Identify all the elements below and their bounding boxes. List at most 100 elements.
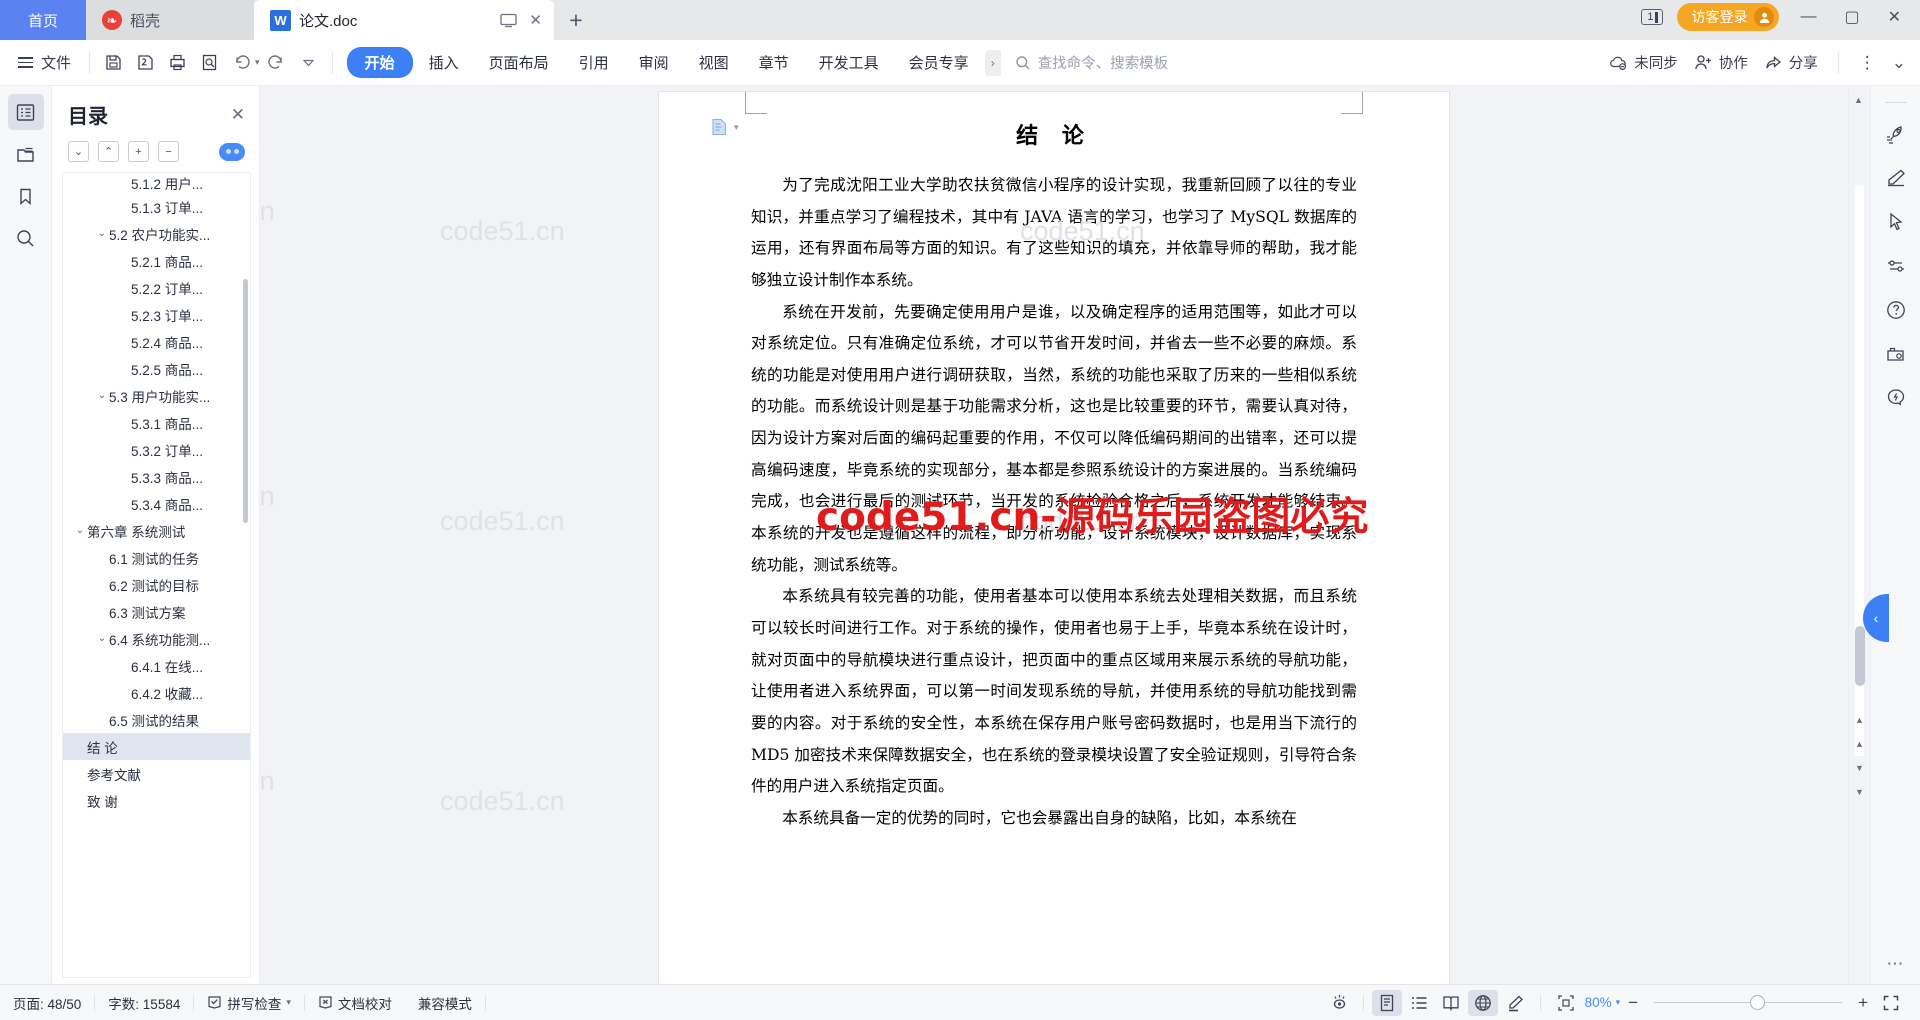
eye-protect-icon[interactable] <box>1325 990 1355 1016</box>
minimize-button[interactable]: — <box>1793 8 1823 26</box>
print-icon[interactable] <box>162 49 192 77</box>
chevron-down-icon[interactable]: ▾ <box>286 997 291 1008</box>
fullscreen-icon[interactable] <box>1876 990 1906 1016</box>
toc-item[interactable]: 6.4.1 在线... <box>63 652 250 679</box>
toc-scrollbar[interactable] <box>243 279 248 523</box>
rocket-icon[interactable] <box>1877 113 1915 155</box>
customize-toolbar-icon[interactable] <box>294 49 324 77</box>
toc-item[interactable]: ⌄ 5.2 农户功能实... <box>63 220 250 247</box>
document-scroll-column[interactable]: ▲ ▲ ▼ ▼ ▲ <box>1848 86 1870 984</box>
ribbon-tab-insert[interactable]: 插入 <box>415 47 473 78</box>
toc-item[interactable]: 5.2.3 订单... <box>63 301 250 328</box>
fit-page-icon[interactable] <box>1551 990 1581 1016</box>
toc-item[interactable]: 5.2.2 订单... <box>63 274 250 301</box>
toc-item[interactable]: 5.2.4 商品... <box>63 328 250 355</box>
zoom-out-button[interactable]: − <box>1622 993 1644 1013</box>
toc-item[interactable]: 5.1.2 用户... <box>63 175 250 193</box>
guest-login-button[interactable]: 访客登录 <box>1677 3 1780 31</box>
spellcheck-button[interactable]: 拼写检查 ▾ <box>194 992 304 1014</box>
toc-list[interactable]: 5.1.2 用户... 5.1.3 订单... ⌄ 5.2 农户功能实... 5.2.1… <box>62 172 251 978</box>
toc-item[interactable]: 6.5 测试的结果 <box>63 706 250 733</box>
toc-item[interactable]: 5.3.4 商品... <box>63 490 250 517</box>
ribbon-tab-start[interactable]: 开始 <box>346 47 413 78</box>
toc-item[interactable]: 参考文献 <box>63 760 250 787</box>
ribbon-overflow-chevron-icon[interactable]: › <box>984 49 1001 76</box>
chevron-down-icon[interactable]: ⌄ <box>95 633 109 644</box>
sync-status-button[interactable]: 未同步 <box>1608 52 1678 73</box>
ribbon-tab-review[interactable]: 审阅 <box>625 47 683 78</box>
chevron-down-icon[interactable]: ⌄ <box>95 390 109 401</box>
brush-icon[interactable] <box>1877 157 1915 199</box>
page-indicator[interactable]: 页面: 48/50 <box>0 992 94 1014</box>
ai-brain-icon[interactable] <box>1877 377 1915 419</box>
toc-item[interactable]: ⌄ 第六章 系统测试 <box>63 517 250 544</box>
toc-item[interactable]: 致 谢 <box>63 787 250 814</box>
compat-mode-label[interactable]: 兼容模式 <box>405 992 485 1014</box>
collaborate-button[interactable]: 协作 <box>1694 52 1748 73</box>
close-tab-icon[interactable]: ✕ <box>529 11 542 29</box>
document-area[interactable]: ▾ 结 论 为了完成沈阳工业大学助农扶贫微信小程序的设计实现，我重新回顾了以往的… <box>260 86 1848 984</box>
prev-page-icon[interactable]: ▲ <box>1855 736 1864 752</box>
share-button[interactable]: 分享 <box>1764 52 1818 73</box>
command-search[interactable]: 查找命令、搜索模板 <box>1015 52 1245 73</box>
scroll-thumb[interactable] <box>1855 626 1865 686</box>
scroll-up-icon[interactable]: ▲ <box>1855 712 1864 728</box>
help-icon[interactable] <box>1877 289 1915 331</box>
bookmark-icon[interactable] <box>8 178 44 214</box>
toc-item[interactable]: 5.2.1 商品... <box>63 247 250 274</box>
tab-home[interactable]: 首页 <box>0 0 86 40</box>
new-tab-button[interactable]: + <box>554 0 598 40</box>
outline-icon[interactable] <box>7 94 44 130</box>
zoom-dropdown-icon[interactable]: ▾ <box>1616 997 1621 1008</box>
toc-item[interactable]: 结 论 <box>63 733 250 760</box>
redo-icon[interactable] <box>262 49 292 77</box>
maximize-button[interactable]: ▢ <box>1837 7 1866 27</box>
undo-dropdown-icon[interactable]: ▾ <box>255 57 260 68</box>
remove-level-button[interactable]: − <box>158 141 179 162</box>
toc-item[interactable]: 5.2.5 商品... <box>63 355 250 382</box>
word-count[interactable]: 字数: 15584 <box>95 992 193 1014</box>
toc-item[interactable]: 5.3.3 商品... <box>63 463 250 490</box>
toc-item[interactable]: 5.3.1 商品... <box>63 409 250 436</box>
collapse-up-button[interactable]: ⌃ <box>98 141 119 162</box>
paragraph-style-marker[interactable]: ▾ <box>711 118 739 136</box>
expand-down-button[interactable]: ⌄ <box>68 141 89 162</box>
settings-sliders-icon[interactable] <box>1877 245 1915 287</box>
right-rail-more-icon[interactable]: ⋯ <box>1887 954 1905 974</box>
eye-toggle[interactable] <box>219 142 245 161</box>
zoom-slider[interactable] <box>1654 995 1843 1010</box>
chevron-down-icon[interactable]: ⌄ <box>95 228 109 239</box>
reading-view-icon[interactable] <box>1436 990 1466 1016</box>
add-level-button[interactable]: + <box>128 141 149 162</box>
chevron-down-icon[interactable]: ▾ <box>734 122 739 133</box>
ribbon-tab-sections[interactable]: 章节 <box>745 47 803 78</box>
file-menu-button[interactable]: 文件 <box>0 52 85 73</box>
toc-item[interactable]: 6.4.2 收藏... <box>63 679 250 706</box>
proofread-button[interactable]: 文档校对 <box>305 992 405 1014</box>
toc-item[interactable]: ⌄ 6.4 系统功能测... <box>63 625 250 652</box>
zoom-in-button[interactable]: + <box>1852 993 1874 1013</box>
next-page-icon[interactable]: ▼ <box>1855 760 1864 776</box>
highlight-pen-icon[interactable] <box>1500 990 1530 1016</box>
present-icon[interactable] <box>500 13 518 28</box>
print-preview-icon[interactable] <box>194 49 224 77</box>
scroll-top-icon[interactable]: ▲ <box>1854 92 1863 108</box>
tab-docer[interactable]: ❧ 稻壳 <box>86 0 254 40</box>
collapse-ribbon-icon[interactable]: ⌄ <box>1892 53 1906 73</box>
toc-item[interactable]: 5.3.2 订单... <box>63 436 250 463</box>
ribbon-tab-developer[interactable]: 开发工具 <box>805 47 893 78</box>
page-view-icon[interactable] <box>1371 989 1402 1016</box>
sections-icon[interactable] <box>8 136 44 172</box>
toolbox-icon[interactable] <box>1877 333 1915 375</box>
undo-icon[interactable] <box>226 49 256 77</box>
ribbon-tab-view[interactable]: 视图 <box>685 47 743 78</box>
tab-document[interactable]: W 论文.doc ✕ <box>254 0 554 40</box>
toc-item[interactable]: 5.1.3 订单... <box>63 193 250 220</box>
web-view-icon[interactable] <box>1467 989 1498 1016</box>
cursor-icon[interactable] <box>1877 201 1915 243</box>
toc-item[interactable]: ⌄ 5.3 用户功能实... <box>63 382 250 409</box>
ribbon-tab-member[interactable]: 会员专享 <box>895 47 983 78</box>
more-options-icon[interactable]: ⋮ <box>1859 53 1876 73</box>
save-icon[interactable] <box>98 49 128 77</box>
save-as-icon[interactable] <box>130 49 160 77</box>
